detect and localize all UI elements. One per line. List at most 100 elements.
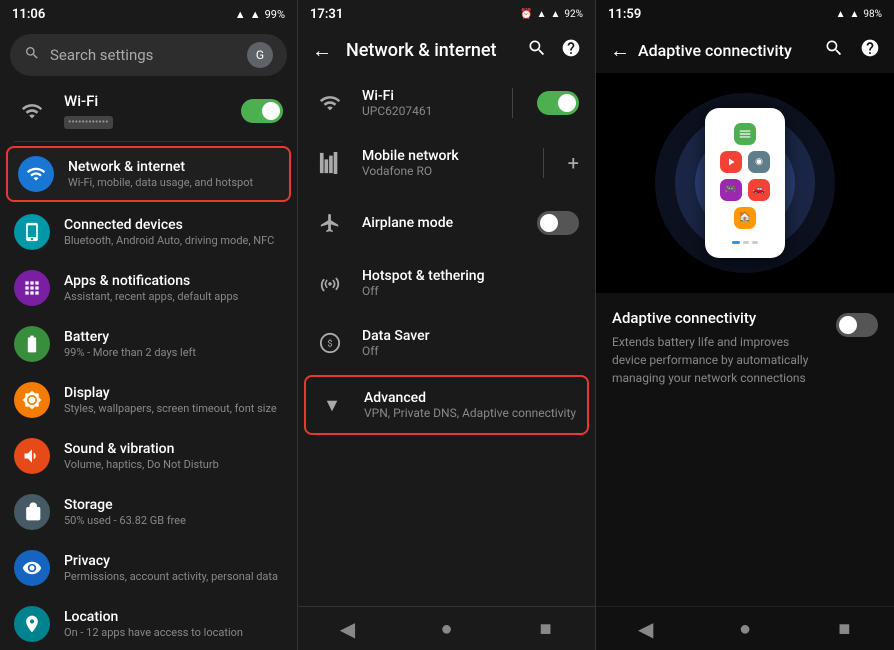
settings-item-location[interactable]: Location On - 12 apps have access to loc… xyxy=(0,596,297,650)
search-placeholder: Search settings xyxy=(50,46,237,64)
settings-item-network[interactable]: Network & internet Wi-Fi, mobile, data u… xyxy=(6,146,291,202)
settings-item-battery[interactable]: Battery 99% - More than 2 days left xyxy=(0,316,297,372)
app-row-3: 🎮 🚗 xyxy=(720,179,770,201)
back-button-3[interactable]: ← xyxy=(610,38,630,63)
privacy-text: Privacy Permissions, account activity, p… xyxy=(64,553,278,583)
add-mobile-icon[interactable]: + xyxy=(568,151,579,175)
illustration-wrapper: ◉ 🎮 🚗 🏠 xyxy=(645,88,845,278)
network-item-datasaver[interactable]: $ Data Saver Off xyxy=(298,313,595,373)
home-nav-btn-3[interactable]: ● xyxy=(725,614,765,644)
adaptive-feature-desc: Extends battery life and improves device… xyxy=(612,333,824,387)
adaptive-info-row: Adaptive connectivity Extends battery li… xyxy=(596,293,894,403)
connected-icon xyxy=(14,214,50,250)
app-icon-4: 🎮 xyxy=(720,179,742,201)
mobile-list-text: Mobile network Vodafone RO xyxy=(362,148,519,178)
apps-subtitle: Assistant, recent apps, default apps xyxy=(64,290,238,303)
back-button-2[interactable]: ← xyxy=(312,38,332,63)
settings-item-privacy[interactable]: Privacy Permissions, account activity, p… xyxy=(0,540,297,596)
display-text: Display Styles, wallpapers, screen timeo… xyxy=(64,385,277,415)
advanced-list-sub: VPN, Private DNS, Adaptive connectivity xyxy=(364,406,577,420)
wifi-icon-2: ▲ xyxy=(551,9,561,20)
svg-text:$: $ xyxy=(327,339,332,350)
back-nav-btn-2[interactable]: ◀ xyxy=(328,614,368,644)
panel-settings-list: 11:06 ▲ ▲ 99% Search settings G Wi-Fi ••… xyxy=(0,0,298,650)
time-1: 11:06 xyxy=(12,7,45,22)
location-icon xyxy=(14,606,50,642)
mobile-list-title: Mobile network xyxy=(362,148,519,164)
wifi-subtitle: •••••••••••• xyxy=(64,116,113,129)
settings-item-connected[interactable]: Connected devices Bluetooth, Android Aut… xyxy=(0,204,297,260)
storage-text: Storage 50% used - 63.82 GB free xyxy=(64,497,186,527)
settings-item-apps[interactable]: Apps & notifications Assistant, recent a… xyxy=(0,260,297,316)
network-item-hotspot[interactable]: Hotspot & tethering Off xyxy=(298,253,595,313)
settings-item-sound[interactable]: Sound & vibration Volume, haptics, Do No… xyxy=(0,428,297,484)
alarm-icon-2: ⏰ xyxy=(520,9,532,20)
panel2-title: Network & internet xyxy=(346,40,513,61)
adaptive-feature-title: Adaptive connectivity xyxy=(612,309,824,327)
recents-nav-btn-3[interactable]: ■ xyxy=(824,614,864,644)
settings-item-display[interactable]: Display Styles, wallpapers, screen timeo… xyxy=(0,372,297,428)
app-icon-1 xyxy=(734,123,756,145)
status-bar-3: 11:59 ▲ ▲ 98% xyxy=(596,0,894,28)
settings-item-storage[interactable]: Storage 50% used - 63.82 GB free xyxy=(0,484,297,540)
time-3: 11:59 xyxy=(608,7,641,22)
battery-icon-2: 92% xyxy=(564,9,583,20)
network-item-mobile[interactable]: Mobile network Vodafone RO + xyxy=(298,133,595,193)
divider-wifi xyxy=(512,88,513,118)
advanced-list-icon: ▼ xyxy=(316,389,348,421)
network-title: Network & internet xyxy=(68,159,253,175)
status-icons-1: ▲ ▲ 99% xyxy=(235,8,285,21)
panel3-title: Adaptive connectivity xyxy=(638,41,816,60)
airplane-list-title: Airplane mode xyxy=(362,215,521,231)
airplane-toggle[interactable] xyxy=(537,211,579,235)
search-bar[interactable]: Search settings G xyxy=(10,34,287,76)
wifi-list-toggle[interactable] xyxy=(537,91,579,115)
indicator-dot-2 xyxy=(752,241,758,244)
search-icon xyxy=(24,45,40,65)
recents-nav-btn-2[interactable]: ■ xyxy=(526,614,566,644)
wifi-title: Wi-Fi xyxy=(64,92,227,110)
privacy-title: Privacy xyxy=(64,553,278,569)
display-title: Display xyxy=(64,385,277,401)
adaptive-toggle[interactable] xyxy=(836,313,878,337)
app-icon-5: 🚗 xyxy=(748,179,770,201)
app-icon-2 xyxy=(720,151,742,173)
network-item-airplane[interactable]: Airplane mode xyxy=(298,193,595,253)
hotspot-list-sub: Off xyxy=(362,284,579,298)
spacer-3 xyxy=(596,403,894,606)
battery-title: Battery xyxy=(64,329,196,345)
network-subtitle: Wi-Fi, mobile, data usage, and hotspot xyxy=(68,176,253,189)
wifi-list-sub: UPC6207461 xyxy=(362,104,488,118)
sound-subtitle: Volume, haptics, Do Not Disturb xyxy=(64,458,219,471)
adaptive-illustration: ◉ 🎮 🚗 🏠 xyxy=(596,73,894,293)
indicator-dot-1 xyxy=(743,241,749,244)
help-nav-icon-3[interactable] xyxy=(860,38,880,63)
search-nav-icon-2[interactable] xyxy=(527,38,547,63)
network-item-advanced[interactable]: ▼ Advanced VPN, Private DNS, Adaptive co… xyxy=(304,375,589,435)
datasaver-list-sub: Off xyxy=(362,344,579,358)
settings-list: Network & internet Wi-Fi, mobile, data u… xyxy=(0,144,297,650)
phone-indicator xyxy=(732,241,758,244)
datasaver-list-title: Data Saver xyxy=(362,328,579,344)
wifi-icon-3: ▲ xyxy=(850,9,860,20)
home-nav-btn-2[interactable]: ● xyxy=(427,614,467,644)
location-title: Location xyxy=(64,609,243,625)
signal-icon-1: ▲ xyxy=(235,8,246,21)
network-item-wifi[interactable]: Wi-Fi UPC6207461 xyxy=(298,73,595,133)
location-subtitle: On - 12 apps have access to location xyxy=(64,626,243,639)
bottom-nav-3: ◀ ● ■ xyxy=(596,606,894,650)
battery-text: Battery 99% - More than 2 days left xyxy=(64,329,196,359)
help-nav-icon-2[interactable] xyxy=(561,38,581,63)
signal-icon-2: ▲ xyxy=(537,9,547,20)
wifi-item[interactable]: Wi-Fi •••••••••••• xyxy=(0,82,297,139)
wifi-icon-status-1: ▲ xyxy=(250,8,261,21)
datasaver-list-icon: $ xyxy=(314,327,346,359)
battery-icon-3: 98% xyxy=(863,9,882,20)
app-row-4: 🏠 xyxy=(734,207,756,229)
account-avatar[interactable]: G xyxy=(247,42,273,68)
advanced-list-title: Advanced xyxy=(364,390,577,406)
search-nav-icon-3[interactable] xyxy=(824,38,844,63)
wifi-toggle[interactable] xyxy=(241,99,283,123)
status-bar-2: 17:31 ⏰ ▲ ▲ 92% xyxy=(298,0,595,28)
back-nav-btn-3[interactable]: ◀ xyxy=(626,614,666,644)
